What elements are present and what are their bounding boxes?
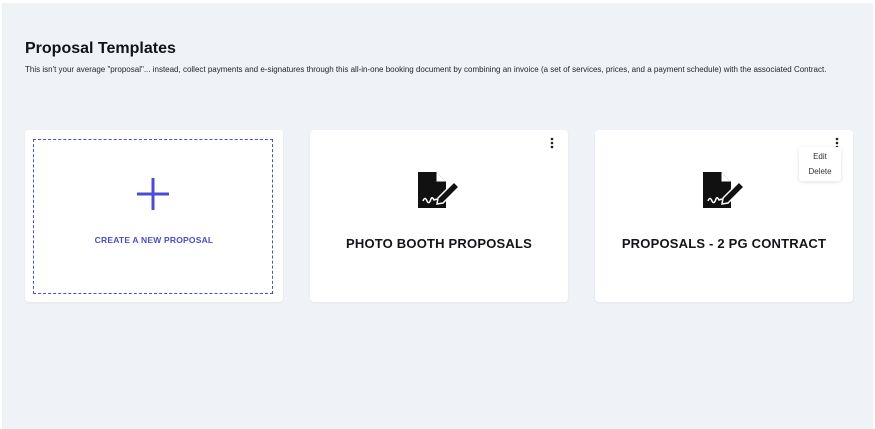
delete-menu-item[interactable]: Delete xyxy=(799,164,841,179)
plus-icon xyxy=(137,178,169,210)
create-proposal-label[interactable]: CREATE A NEW PROPOSAL xyxy=(25,235,283,245)
edit-menu-item[interactable]: Edit xyxy=(799,149,841,164)
signed-document-icon xyxy=(703,172,746,208)
page-title: Proposal Templates xyxy=(25,40,176,57)
more-options-icon[interactable] xyxy=(546,136,558,150)
signed-document-icon xyxy=(418,172,461,208)
template-card[interactable]: PHOTO BOOTH PROPOSALS xyxy=(310,130,568,302)
template-title: PHOTO BOOTH PROPOSALS xyxy=(346,236,532,251)
template-title: PROPOSALS - 2 PG CONTRACT xyxy=(621,236,827,251)
context-menu: Edit Delete xyxy=(799,147,841,181)
create-proposal-card[interactable]: CREATE A NEW PROPOSAL xyxy=(25,130,283,302)
page-background: Proposal Templates This isn't your avera… xyxy=(2,3,873,429)
template-card[interactable]: Edit Delete PROPOSALS - 2 PG CONTRACT xyxy=(595,130,853,302)
page-description: This isn't your average "proposal"... in… xyxy=(25,65,827,74)
dashed-drop-border xyxy=(33,139,273,294)
